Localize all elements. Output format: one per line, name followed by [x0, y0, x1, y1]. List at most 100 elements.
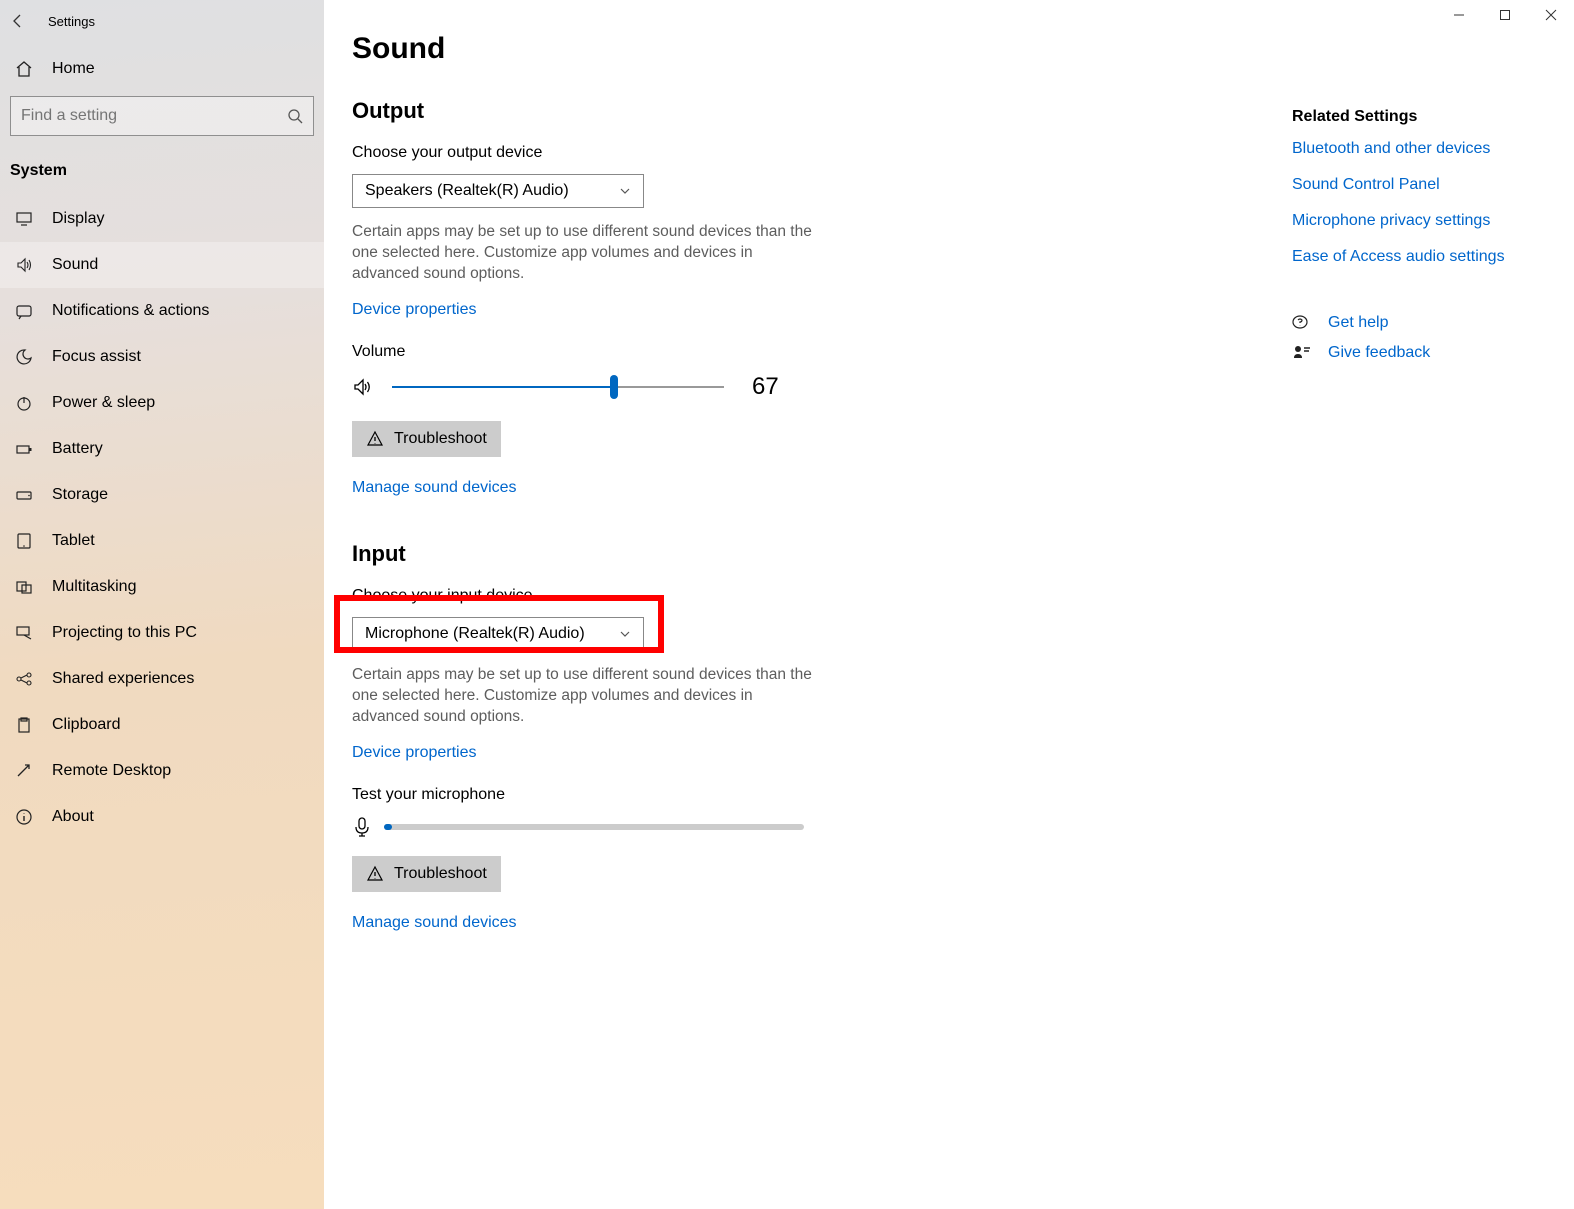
volume-label: Volume	[352, 343, 972, 361]
display-icon	[14, 210, 34, 228]
warning-icon	[366, 865, 384, 883]
output-device-selected: Speakers (Realtek(R) Audio)	[365, 182, 569, 200]
output-manage-link[interactable]: Manage sound devices	[352, 479, 517, 497]
shared-icon	[14, 670, 34, 688]
sidebar-item-focus-assist[interactable]: Focus assist	[0, 334, 324, 380]
titlebar-controls	[1436, 0, 1574, 30]
sidebar-item-tablet[interactable]: Tablet	[0, 518, 324, 564]
minimize-button[interactable]	[1436, 0, 1482, 30]
sidebar-item-label: Sound	[52, 256, 98, 274]
close-button[interactable]	[1528, 0, 1574, 30]
sidebar-item-label: Clipboard	[52, 716, 120, 734]
sidebar-item-label: Battery	[52, 440, 103, 458]
back-icon[interactable]	[10, 13, 26, 29]
sidebar-item-label: Display	[52, 210, 104, 228]
sidebar-item-label: Multitasking	[52, 578, 136, 596]
sidebar-item-label: Tablet	[52, 532, 95, 550]
maximize-button[interactable]	[1482, 0, 1528, 30]
search-input[interactable]	[21, 107, 279, 125]
sidebar-item-label: Focus assist	[52, 348, 141, 366]
sidebar-item-label: Remote Desktop	[52, 762, 171, 780]
input-choose-label: Choose your input device	[352, 587, 972, 605]
home-icon	[14, 60, 34, 78]
clipboard-icon	[14, 716, 34, 734]
sidebar-item-remote[interactable]: Remote Desktop	[0, 748, 324, 794]
give-feedback-row[interactable]: Give feedback	[1292, 344, 1552, 362]
output-help-text: Certain apps may be set up to use differ…	[352, 222, 822, 285]
sidebar-top: Settings	[0, 4, 324, 38]
output-device-dropdown[interactable]: Speakers (Realtek(R) Audio)	[352, 174, 644, 208]
sidebar-item-power-sleep[interactable]: Power & sleep	[0, 380, 324, 426]
get-help-row[interactable]: Get help	[1292, 314, 1552, 332]
sound-icon	[14, 256, 34, 274]
related-link-bluetooth[interactable]: Bluetooth and other devices	[1292, 140, 1552, 158]
feedback-icon	[1292, 344, 1312, 362]
sidebar-item-notifications[interactable]: Notifications & actions	[0, 288, 324, 334]
warning-icon	[366, 430, 384, 448]
speaker-icon[interactable]	[352, 376, 374, 398]
sidebar-item-sound[interactable]: Sound	[0, 242, 324, 288]
test-mic-label: Test your microphone	[352, 786, 972, 804]
tablet-icon	[14, 532, 34, 550]
sidebar-item-multitasking[interactable]: Multitasking	[0, 564, 324, 610]
help-icon	[1292, 314, 1312, 332]
get-help-label: Get help	[1328, 314, 1388, 332]
about-icon	[14, 808, 34, 826]
sidebar-category: System	[0, 158, 324, 196]
sidebar-item-label: Shared experiences	[52, 670, 194, 688]
give-feedback-label: Give feedback	[1328, 344, 1430, 362]
volume-slider[interactable]	[392, 378, 724, 396]
sidebar-item-storage[interactable]: Storage	[0, 472, 324, 518]
remote-icon	[14, 762, 34, 780]
volume-value: 67	[752, 373, 779, 401]
input-troubleshoot-button[interactable]: Troubleshoot	[352, 856, 501, 892]
output-troubleshoot-label: Troubleshoot	[394, 430, 487, 448]
sidebar-item-clipboard[interactable]: Clipboard	[0, 702, 324, 748]
multitasking-icon	[14, 578, 34, 596]
sidebar-item-projecting[interactable]: Projecting to this PC	[0, 610, 324, 656]
page-title: Sound	[352, 32, 972, 66]
projecting-icon	[14, 624, 34, 642]
input-help-text: Certain apps may be set up to use differ…	[352, 665, 822, 728]
output-device-properties-link[interactable]: Device properties	[352, 301, 477, 319]
search-box[interactable]	[10, 96, 314, 136]
related-link-sound-control[interactable]: Sound Control Panel	[1292, 176, 1552, 194]
mic-test-row	[352, 816, 972, 838]
notifications-icon	[14, 302, 34, 320]
volume-row: 67	[352, 373, 972, 401]
window-title: Settings	[48, 14, 95, 29]
content-column: Sound Output Choose your output device S…	[352, 32, 972, 1209]
output-choose-label: Choose your output device	[352, 144, 972, 162]
storage-icon	[14, 486, 34, 504]
battery-icon	[14, 440, 34, 458]
sidebar-home-label: Home	[52, 60, 95, 78]
input-device-dropdown[interactable]: Microphone (Realtek(R) Audio)	[352, 617, 644, 651]
power-icon	[14, 394, 34, 412]
input-device-properties-link[interactable]: Device properties	[352, 744, 477, 762]
chevron-down-icon	[619, 185, 631, 197]
sidebar-item-display[interactable]: Display	[0, 196, 324, 242]
sidebar-item-about[interactable]: About	[0, 794, 324, 840]
sidebar-item-label: Storage	[52, 486, 108, 504]
sidebar-item-label: Projecting to this PC	[52, 624, 197, 642]
search-icon	[287, 108, 303, 124]
sidebar-item-shared[interactable]: Shared experiences	[0, 656, 324, 702]
focus-assist-icon	[14, 348, 34, 366]
chevron-down-icon	[619, 628, 631, 640]
sidebar-item-battery[interactable]: Battery	[0, 426, 324, 472]
related-link-ease-audio[interactable]: Ease of Access audio settings	[1292, 248, 1552, 266]
sidebar-item-label: Notifications & actions	[52, 302, 209, 320]
input-manage-link[interactable]: Manage sound devices	[352, 914, 517, 932]
related-heading: Related Settings	[1292, 108, 1552, 126]
sidebar-home[interactable]: Home	[0, 38, 324, 96]
input-device-selected: Microphone (Realtek(R) Audio)	[365, 625, 585, 643]
related-settings: Related Settings Bluetooth and other dev…	[1292, 108, 1552, 374]
related-link-mic-privacy[interactable]: Microphone privacy settings	[1292, 212, 1552, 230]
output-troubleshoot-button[interactable]: Troubleshoot	[352, 421, 501, 457]
sidebar-item-label: Power & sleep	[52, 394, 155, 412]
input-troubleshoot-label: Troubleshoot	[394, 865, 487, 883]
output-heading: Output	[352, 98, 972, 124]
search-wrap	[0, 96, 324, 136]
input-heading: Input	[352, 541, 972, 567]
microphone-icon	[352, 816, 372, 838]
